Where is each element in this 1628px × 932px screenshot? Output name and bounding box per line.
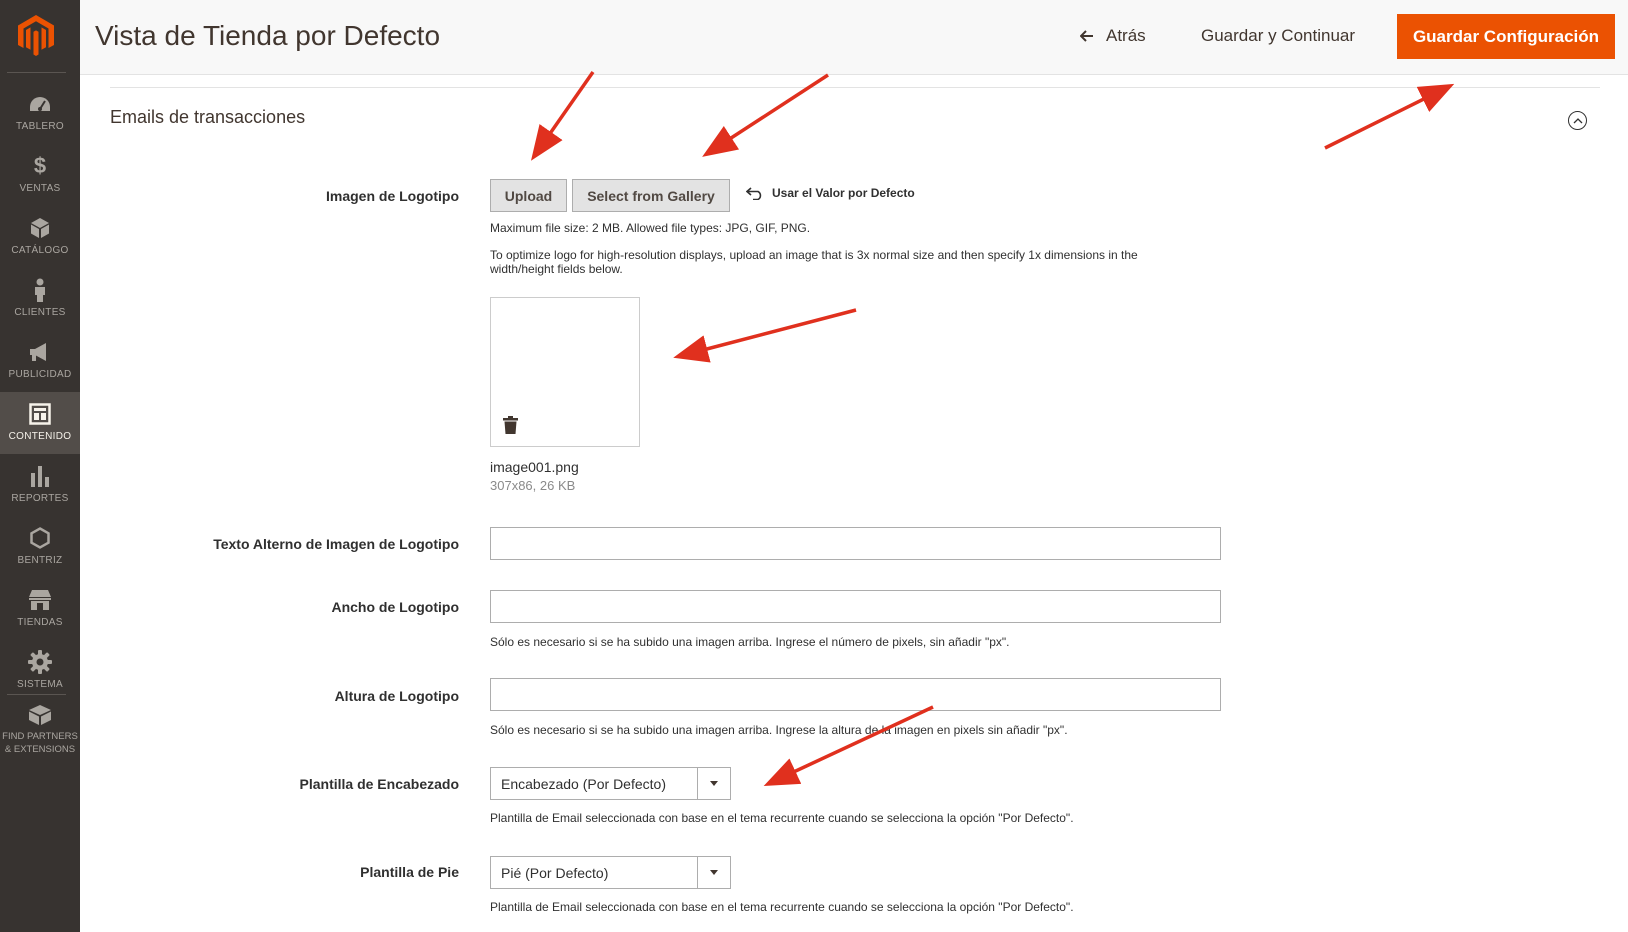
- header-template-note: Plantilla de Email seleccionada con base…: [490, 811, 1074, 825]
- back-button-label: Atrás: [1106, 26, 1146, 45]
- sidebar-item-label: BENTRIZ: [17, 555, 63, 566]
- logo-height-input[interactable]: [490, 678, 1221, 711]
- chevron-up-icon: [1573, 117, 1582, 123]
- gear-icon: [0, 650, 80, 674]
- logo-image-label: Imagen de Logotipo: [326, 188, 459, 204]
- sidebar-item-ventas[interactable]: $ VENTAS: [0, 144, 80, 206]
- annotation-arrow-header-template: [763, 705, 934, 786]
- person-icon: [0, 278, 80, 302]
- sidebar-item-contenido[interactable]: CONTENIDO: [0, 392, 80, 454]
- logo-width-note: Sólo es necesario si se ha subido una im…: [490, 635, 1010, 649]
- header-template-select[interactable]: Encabezado (Por Defecto): [490, 767, 731, 800]
- alt-text-input[interactable]: [490, 527, 1221, 560]
- save-config-button[interactable]: Guardar Configuración: [1397, 14, 1615, 59]
- use-default-value-link[interactable]: Usar el Valor por Defecto: [746, 186, 915, 200]
- sidebar-divider: [7, 694, 66, 695]
- sidebar-item-catalogo[interactable]: CATÁLOGO: [0, 206, 80, 268]
- sidebar-item-sistema[interactable]: SISTEMA: [0, 640, 80, 702]
- logo-preview[interactable]: [490, 297, 640, 447]
- dashboard-icon: [0, 92, 80, 116]
- section-title[interactable]: Emails de transacciones: [110, 107, 305, 128]
- sidebar-item-label: FIND PARTNERS & EXTENSIONS: [2, 731, 78, 755]
- logo-height-note: Sólo es necesario si se ha subido una im…: [490, 723, 1068, 737]
- sidebar-item-clientes[interactable]: CLIENTES: [0, 268, 80, 330]
- page-title: Vista de Tienda por Defecto: [95, 20, 441, 51]
- sidebar-item-label: VENTAS: [19, 183, 61, 194]
- sidebar-item-label: TIENDAS: [17, 617, 63, 628]
- upload-button[interactable]: Upload: [490, 179, 567, 212]
- section-divider: [110, 87, 1600, 88]
- sidebar-item-tablero[interactable]: TABLERO: [0, 82, 80, 144]
- bar-chart-icon: [0, 464, 80, 488]
- trash-icon[interactable]: [503, 416, 518, 439]
- dropdown-arrow-icon: [697, 768, 730, 799]
- dropdown-arrow-icon: [697, 857, 730, 888]
- sidebar-item-label: REPORTES: [11, 493, 69, 504]
- sidebar-item-label: PUBLICIDAD: [8, 369, 72, 380]
- arrow-left-icon: [1079, 26, 1094, 47]
- sidebar-item-label: TABLERO: [15, 121, 65, 132]
- optimize-logo-note: To optimize logo for high-resolution dis…: [490, 248, 1138, 276]
- store-icon: [0, 588, 80, 612]
- uploaded-file-meta: 307x86, 26 KB: [490, 478, 576, 493]
- sidebar-item-tiendas[interactable]: TIENDAS: [0, 578, 80, 640]
- collapse-section-button[interactable]: [1568, 111, 1587, 130]
- sidebar-item-label: CATÁLOGO: [11, 245, 69, 256]
- use-default-value-label: Usar el Valor por Defecto: [772, 186, 915, 200]
- uploaded-file-name: image001.png: [490, 459, 579, 475]
- megaphone-icon: [0, 340, 80, 364]
- sidebar-item-find-partners[interactable]: FIND PARTNERS & EXTENSIONS: [0, 700, 80, 762]
- annotation-arrow-upload: [530, 70, 595, 161]
- alt-text-label: Texto Alterno de Imagen de Logotipo: [213, 536, 459, 552]
- box-icon: [0, 703, 80, 727]
- logo-height-label: Altura de Logotipo: [334, 688, 459, 704]
- sidebar-item-label: CONTENIDO: [8, 431, 72, 442]
- logo-width-label: Ancho de Logotipo: [331, 599, 459, 615]
- footer-template-selected: Pié (Por Defecto): [501, 864, 609, 881]
- admin-sidebar: TABLERO $ VENTAS CATÁLOGO CLIENTES PUBLI…: [0, 0, 80, 932]
- layout-icon: [0, 402, 80, 426]
- dollar-icon: $: [33, 153, 47, 178]
- select-from-gallery-button[interactable]: Select from Gallery: [572, 179, 730, 212]
- annotation-arrows: [530, 70, 1455, 786]
- back-button[interactable]: Atrás: [1079, 20, 1146, 52]
- cube-icon: [0, 216, 80, 240]
- header-template-label: Plantilla de Encabezado: [299, 776, 460, 792]
- footer-template-label: Plantilla de Pie: [360, 864, 459, 880]
- sidebar-item-reportes[interactable]: REPORTES: [0, 454, 80, 516]
- hexagon-icon: [0, 526, 80, 550]
- logo-width-input[interactable]: [490, 590, 1221, 623]
- sidebar-item-publicidad[interactable]: PUBLICIDAD: [0, 330, 80, 392]
- max-file-size-note: Maximum file size: 2 MB. Allowed file ty…: [490, 221, 811, 235]
- sidebar-item-label: CLIENTES: [14, 307, 66, 318]
- page-header: Vista de Tienda por Defecto Atrás Guarda…: [80, 0, 1628, 75]
- sidebar-item-bentriz[interactable]: BENTRIZ: [0, 516, 80, 578]
- undo-icon: [746, 186, 764, 200]
- header-template-selected: Encabezado (Por Defecto): [501, 775, 666, 792]
- sidebar-item-label: SISTEMA: [17, 679, 63, 690]
- save-and-continue-button[interactable]: Guardar y Continuar: [1201, 20, 1355, 52]
- annotation-arrow-preview: [673, 308, 857, 363]
- footer-template-note: Plantilla de Email seleccionada con base…: [490, 900, 1074, 914]
- magento-logo-icon[interactable]: [16, 14, 56, 56]
- annotation-arrow-save: [1324, 83, 1455, 150]
- sidebar-divider: [7, 72, 66, 73]
- footer-template-select[interactable]: Pié (Por Defecto): [490, 856, 731, 889]
